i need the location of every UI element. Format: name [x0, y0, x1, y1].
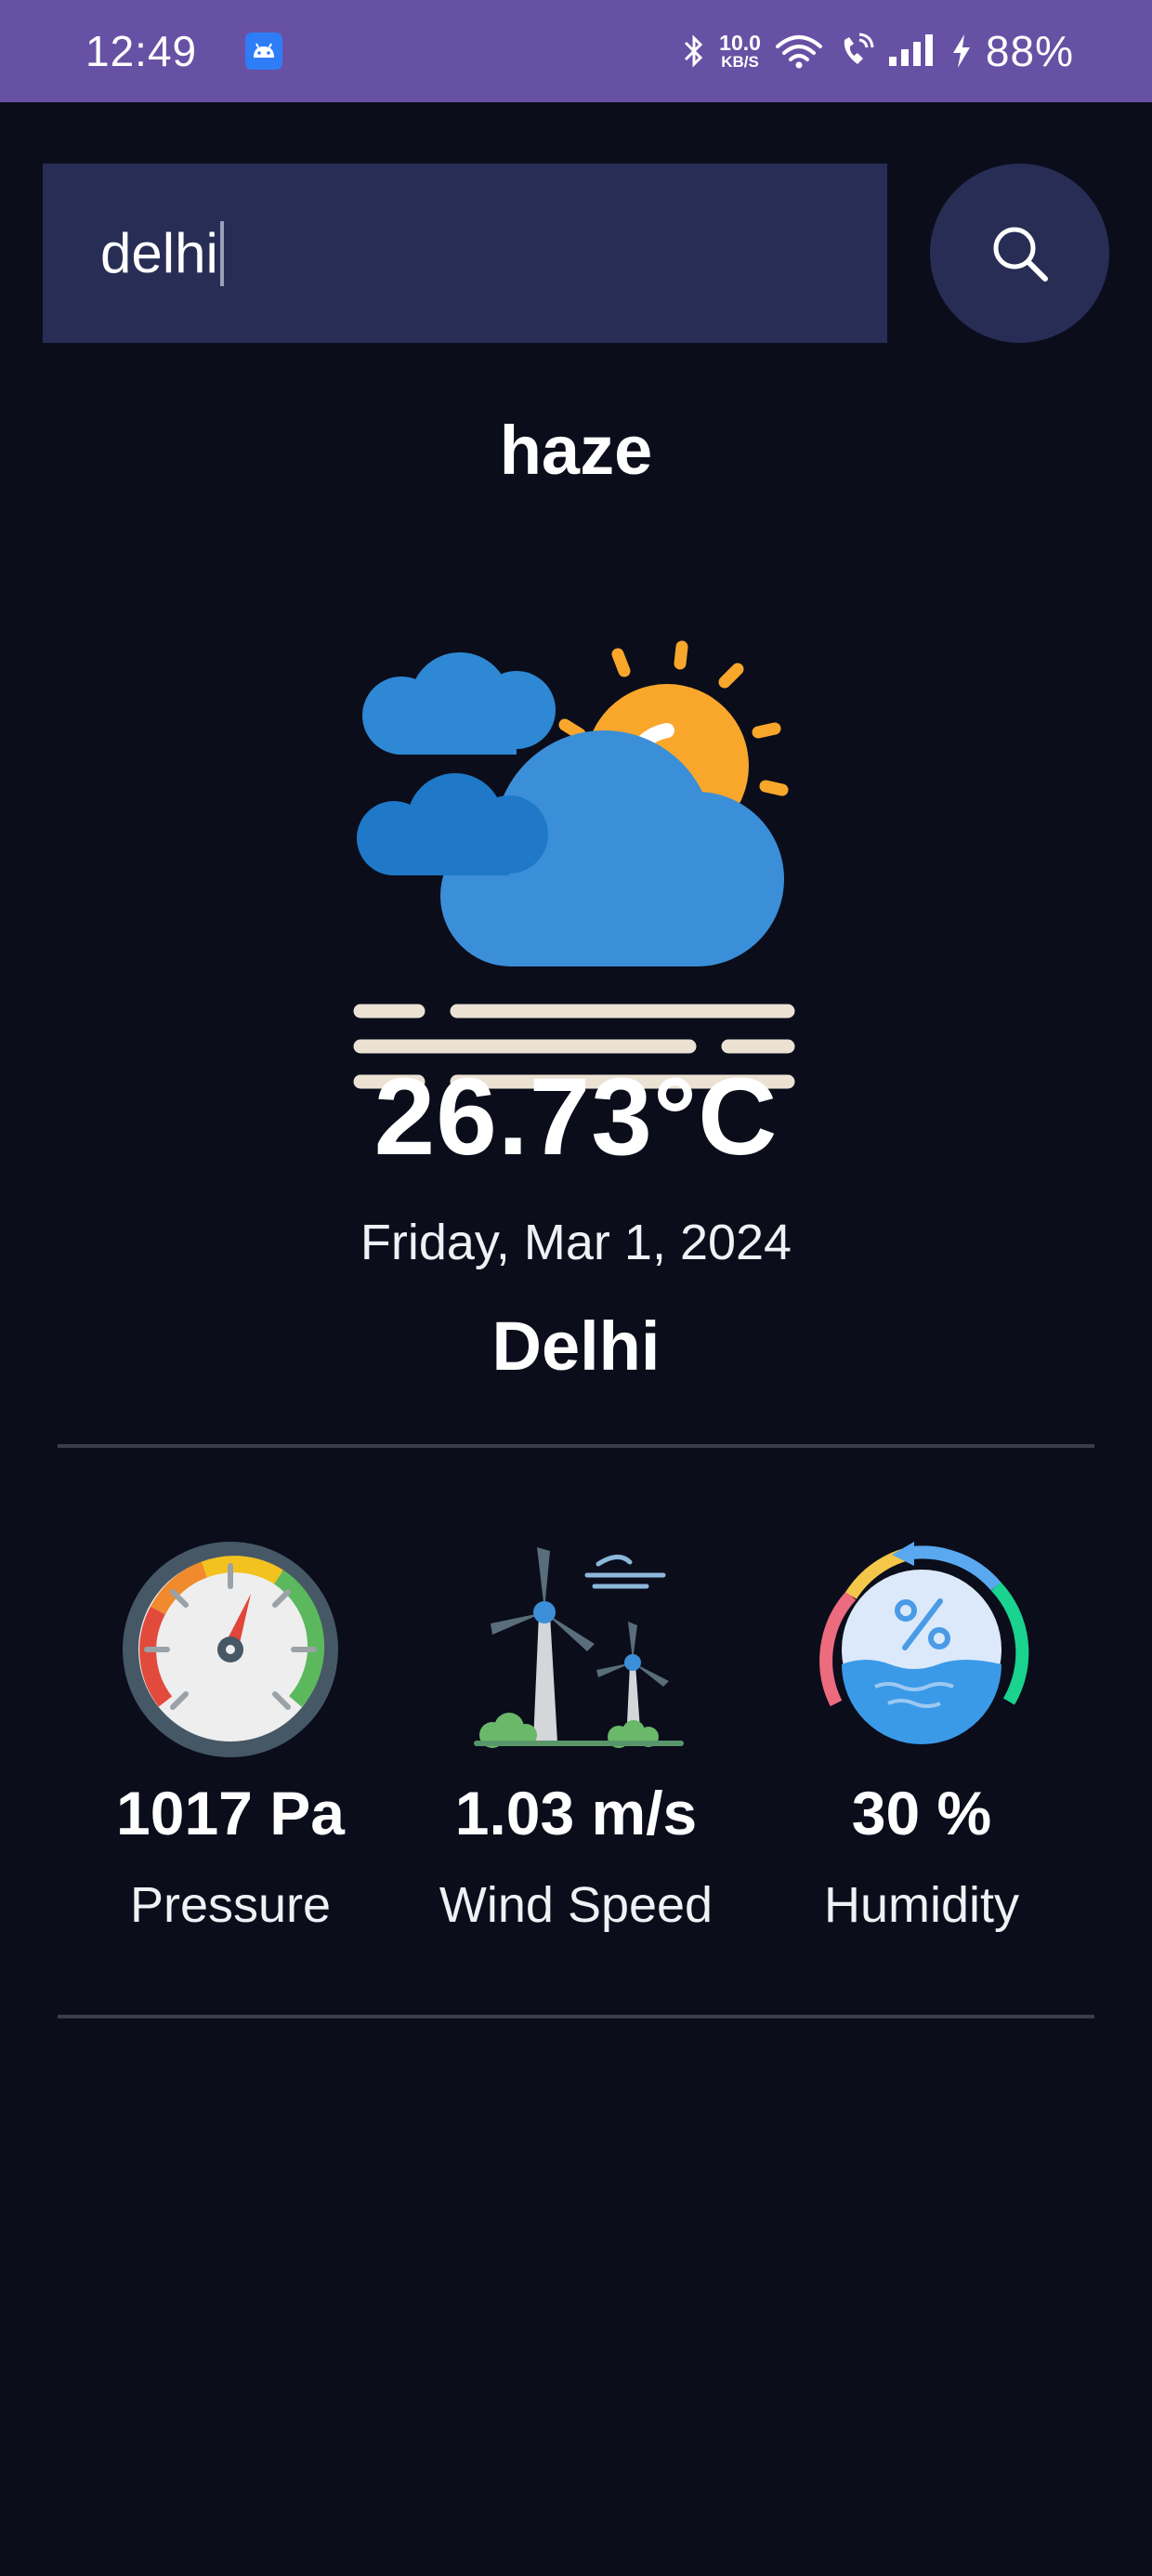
current-date: Friday, Mar 1, 2024	[360, 1215, 792, 1270]
bluetooth-icon	[685, 34, 703, 68]
temperature-value: 26.73°C	[373, 1056, 779, 1178]
signal-icon	[888, 34, 933, 66]
status-icons: 10.0 KB/S 88%	[682, 26, 1074, 76]
pressure-value: 1017 Pa	[116, 1779, 345, 1847]
pressure-gauge-icon	[123, 1542, 338, 1757]
network-speed: 10.0 KB/S	[719, 31, 761, 71]
wind-turbine-icon	[474, 1547, 684, 1748]
weather-condition: haze	[499, 412, 653, 489]
wind-speed-value: 1.03 m/s	[454, 1779, 698, 1847]
search-input-value: delhi	[100, 222, 218, 284]
humidity-icon	[819, 1542, 1029, 1744]
weather-screen: delhi haze 26.73°C Friday, Mar 1, 2024 D…	[0, 102, 1152, 2576]
wifi-icon	[775, 35, 822, 69]
divider-top	[58, 1444, 1094, 1448]
wind-speed-stat: 1.03 m/s Wind Speed	[390, 1538, 762, 1934]
battery-percentage: 88%	[985, 27, 1074, 75]
text-cursor	[219, 220, 224, 286]
pressure-label: Pressure	[129, 1877, 332, 1933]
humidity-value: 30 %	[851, 1779, 992, 1847]
humidity-label: Humidity	[823, 1877, 1020, 1933]
android-notification-icon	[245, 33, 283, 70]
network-speed-value: 10.0	[719, 31, 761, 55]
haze-weather-icon	[353, 640, 795, 1089]
city-search-input[interactable]: delhi	[43, 164, 887, 343]
wifi-call-icon	[844, 33, 874, 64]
city-name: Delhi	[491, 1308, 661, 1385]
status-time: 12:49	[85, 27, 198, 75]
wind-speed-label: Wind Speed	[439, 1877, 713, 1933]
search-icon	[993, 227, 1048, 282]
status-bar: 12:49 10.0 KB/S 88%	[0, 0, 1152, 102]
humidity-stat: 30 % Humidity	[736, 1538, 1107, 1934]
network-speed-unit: KB/S	[721, 53, 759, 71]
divider-bottom	[58, 2015, 1094, 2018]
search-button[interactable]	[930, 164, 1109, 343]
charging-icon	[952, 34, 970, 68]
pressure-stat: 1017 Pa Pressure	[45, 1538, 416, 1934]
